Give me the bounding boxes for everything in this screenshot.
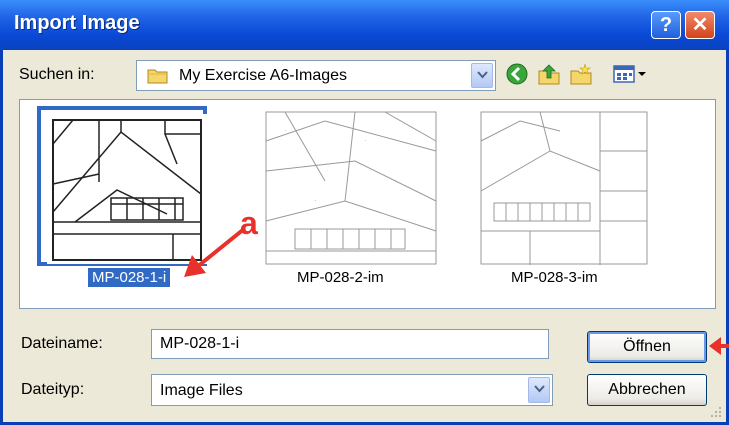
look-in-value: My Exercise A6-Images <box>179 67 348 84</box>
file-thumbnail-mp-028-2[interactable]: .... <box>265 111 437 265</box>
resize-grip-icon[interactable] <box>710 406 722 418</box>
file-name-mp-028-2[interactable]: MP-028-2-im <box>297 269 384 286</box>
help-button[interactable]: ? <box>651 11 681 39</box>
file-thumbnail-mp-028-3[interactable] <box>480 111 648 265</box>
new-folder-icon[interactable] <box>569 62 593 86</box>
look-in-dropdown[interactable]: My Exercise A6-Images <box>136 60 496 91</box>
window-title: Import Image <box>14 12 140 34</box>
svg-text:.: . <box>365 137 366 143</box>
back-icon[interactable] <box>505 62 529 86</box>
look-in-label: Suchen in: <box>19 66 95 83</box>
file-name-input[interactable]: MP-028-1-i <box>151 329 549 359</box>
folder-icon <box>147 69 168 84</box>
file-type-dropdown[interactable]: Image Files <box>151 374 553 406</box>
svg-text:.: . <box>395 177 396 183</box>
annotation-arrow-icon <box>709 337 729 355</box>
close-button[interactable]: ✕ <box>685 11 715 39</box>
chevron-down-icon[interactable] <box>528 377 550 403</box>
file-name-label: Dateiname: <box>21 335 103 352</box>
cancel-button[interactable]: Abbrechen <box>587 374 707 406</box>
import-image-dialog: Import Image ? ✕ Suchen in: My Exercise … <box>0 0 729 425</box>
file-name-mp-028-1[interactable]: MP-028-1-i <box>88 268 171 287</box>
svg-text:.: . <box>285 127 286 133</box>
svg-text:.: . <box>315 197 316 203</box>
view-menu-icon[interactable] <box>612 62 648 86</box>
annotation-arrow-icon <box>184 227 246 277</box>
chevron-down-icon[interactable] <box>471 63 493 88</box>
file-name-mp-028-3[interactable]: MP-028-3-im <box>511 269 598 286</box>
title-bar[interactable]: Import Image ? ✕ <box>0 0 729 50</box>
file-type-label: Dateityp: <box>21 381 85 398</box>
open-button[interactable]: Öffnen <box>587 331 707 363</box>
file-type-value: Image Files <box>160 382 243 399</box>
up-folder-icon[interactable] <box>537 62 561 86</box>
